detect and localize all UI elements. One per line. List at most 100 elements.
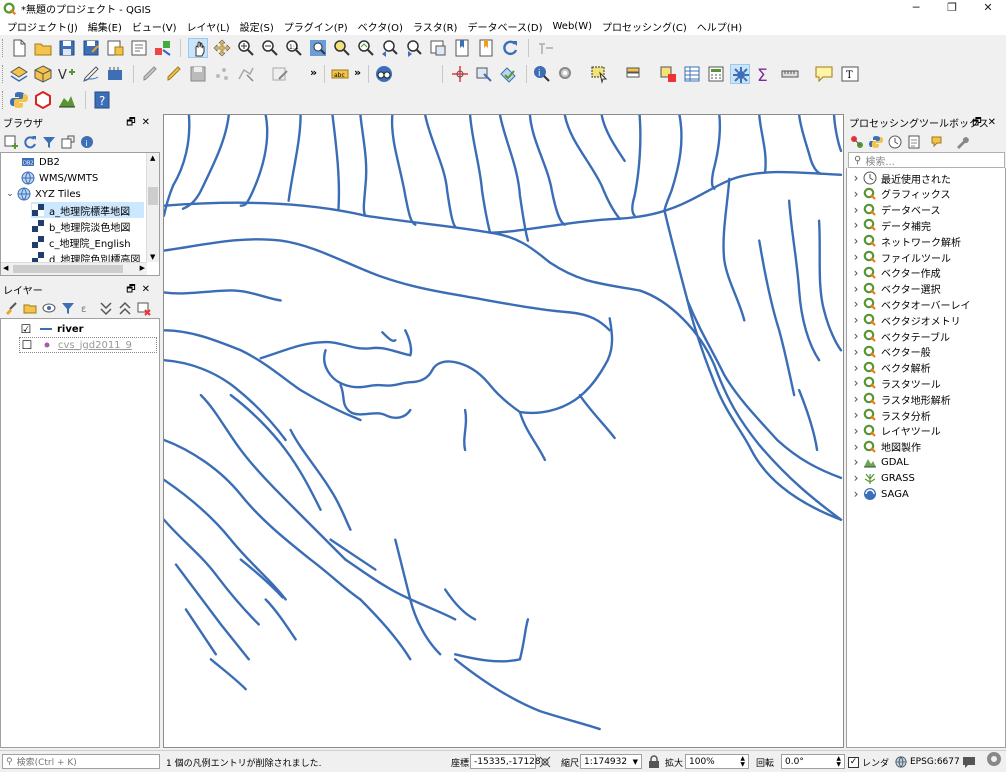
zoom-next-icon[interactable] <box>404 38 424 58</box>
attribute-table-icon[interactable] <box>682 64 702 84</box>
menu-processing[interactable]: プロセッシング(C) <box>597 19 692 34</box>
processing-provider-item[interactable]: › グラフィックス <box>851 186 951 202</box>
processing-provider-item[interactable]: › ベクタジオメトリ <box>851 312 961 328</box>
processing-provider-item[interactable]: › データ補完 <box>851 217 931 233</box>
zoom-to-layer-icon[interactable] <box>356 38 376 58</box>
menu-view[interactable]: ビュー(V) <box>127 19 182 34</box>
expand-arrow-icon[interactable]: › <box>851 424 861 438</box>
expand-arrow-icon[interactable]: › <box>851 345 861 359</box>
menu-database[interactable]: データベース(D) <box>462 19 547 34</box>
collapse-all-icon[interactable] <box>60 134 76 150</box>
zoom-in-icon[interactable] <box>236 38 256 58</box>
restore-button[interactable]: ❐ <box>934 0 970 17</box>
expand-arrow-icon[interactable]: › <box>851 203 861 217</box>
toolbar-grip[interactable] <box>2 91 5 109</box>
data-source-manager-icon[interactable] <box>9 64 29 84</box>
expand-arrow-icon[interactable]: › <box>851 471 861 485</box>
toolbar-grip[interactable] <box>2 39 5 57</box>
filter-expression-icon[interactable]: ε <box>79 300 95 316</box>
processing-provider-item[interactable]: › 最近使用された <box>851 170 951 186</box>
help-icon[interactable]: ? <box>92 90 112 110</box>
expand-arrow-icon[interactable]: › <box>851 313 861 327</box>
processing-provider-item[interactable]: › ラスタ分析 <box>851 407 931 423</box>
zoom-last-icon[interactable] <box>380 38 400 58</box>
locator-search-input[interactable]: ⚲ 検索(Ctrl + K) <box>2 754 160 769</box>
scale-combobox[interactable]: 1:174932 ▼ <box>580 754 642 769</box>
processing-provider-item[interactable]: › レイヤツール <box>851 423 941 439</box>
scroll-thumb[interactable] <box>148 187 158 205</box>
processing-provider-item[interactable]: › ラスタツール <box>851 375 941 391</box>
crs-button[interactable]: EPSG:6677 <box>895 754 960 770</box>
refresh-icon[interactable] <box>500 38 520 58</box>
expand-arrow-icon[interactable]: ⌄ <box>5 189 15 199</box>
text-annotation-icon[interactable]: T <box>840 64 860 84</box>
georeferencer-icon[interactable] <box>474 64 494 84</box>
expand-arrow-icon[interactable]: › <box>851 455 861 469</box>
filter-icon[interactable] <box>41 134 57 150</box>
processing-provider-item[interactable]: › ベクター選択 <box>851 281 941 297</box>
panel-float-close-icon[interactable]: 🗗✕ <box>126 115 156 132</box>
edit-features-in-place-icon[interactable] <box>930 134 946 150</box>
menu-edit[interactable]: 編集(E) <box>83 19 127 34</box>
browser-item-xyz-tiles[interactable]: ⌄ XYZ Tiles <box>5 186 81 202</box>
render-checkbox-box[interactable]: ✓ <box>848 756 859 768</box>
new-print-layout-icon[interactable] <box>105 38 125 58</box>
add-group-icon[interactable] <box>22 300 38 316</box>
processing-provider-item[interactable]: › SAGA <box>851 486 909 502</box>
spin-arrows-icon[interactable]: ▲ ▼ <box>740 755 745 768</box>
scroll-right-icon[interactable]: ▶ <box>140 264 145 272</box>
actions-icon[interactable] <box>556 64 576 84</box>
pan-map-icon[interactable] <box>188 38 208 58</box>
field-calculator-icon[interactable] <box>706 64 726 84</box>
render-checkbox[interactable]: ✓ レンダ <box>848 754 889 770</box>
add-feature-icon[interactable] <box>212 64 232 84</box>
messages-icon[interactable] <box>962 754 976 770</box>
scroll-up-icon[interactable]: ▲ <box>150 154 155 162</box>
browser-vertical-scrollbar[interactable]: ▲ ▼ <box>146 153 159 262</box>
expand-arrow-icon[interactable]: › <box>851 297 861 311</box>
statistics-summary-icon[interactable]: Σ <box>754 64 774 84</box>
show-layout-manager-icon[interactable] <box>129 38 149 58</box>
menu-raster[interactable]: ラスタ(R) <box>408 19 463 34</box>
filter-legend-icon[interactable] <box>60 300 76 316</box>
minimize-button[interactable]: ─ <box>898 0 934 17</box>
new-virtual-layer-icon[interactable] <box>105 64 125 84</box>
expand-all-icon[interactable] <box>98 300 114 316</box>
expand-arrow-icon[interactable]: › <box>851 361 861 375</box>
processing-provider-item[interactable]: › ベクタオーバーレイ <box>851 296 971 312</box>
label-toolbar-overflow-icon[interactable]: » <box>354 66 361 79</box>
expand-arrow-icon[interactable]: › <box>851 266 861 280</box>
expand-arrow-icon[interactable]: › <box>851 171 861 185</box>
layer-item-cvs[interactable]: ☐ cvs_jgd2011_9 <box>19 337 157 353</box>
layer-visibility-checkbox[interactable]: ☐ <box>20 338 34 352</box>
resize-grip-icon[interactable] <box>984 751 1004 767</box>
rotation-spinbox[interactable]: 0.0° ▲ ▼ <box>781 754 845 769</box>
collapse-all-icon[interactable] <box>117 300 133 316</box>
browser-item-tile-b[interactable]: b_地理院淡色地図 <box>31 218 130 234</box>
magnifier-spinbox[interactable]: 100% ▲ ▼ <box>685 754 749 769</box>
toolbar-grip[interactable] <box>2 65 5 83</box>
browser-horizontal-scrollbar[interactable]: ◀ ▶ <box>1 262 147 275</box>
digitize-icon[interactable] <box>81 64 101 84</box>
scroll-down-icon[interactable]: ▼ <box>150 253 155 261</box>
menu-project[interactable]: プロジェクト(J) <box>2 19 83 34</box>
python-console-icon[interactable] <box>9 90 29 110</box>
new-bookmark-icon[interactable] <box>476 38 496 58</box>
manage-map-themes-icon[interactable] <box>41 300 57 316</box>
processing-provider-item[interactable]: › データベース <box>851 202 941 218</box>
select-features-icon[interactable] <box>590 64 610 84</box>
layer-styling-icon[interactable] <box>3 300 19 316</box>
map-tips-icon[interactable] <box>814 64 834 84</box>
menu-web[interactable]: Web(W) <box>547 21 597 32</box>
panel-float-close-icon[interactable]: 🗗✕ <box>126 282 156 299</box>
options-wrench-icon[interactable] <box>954 134 970 150</box>
expand-arrow-icon[interactable]: › <box>851 329 861 343</box>
geometry-checker-icon[interactable] <box>498 64 518 84</box>
menu-plugins[interactable]: プラグイン(P) <box>279 19 353 34</box>
menu-layer[interactable]: レイヤ(L) <box>182 19 235 34</box>
open-project-icon[interactable] <box>33 38 53 58</box>
processing-provider-item[interactable]: › ファイルツール <box>851 249 951 265</box>
expand-arrow-icon[interactable]: › <box>851 250 861 264</box>
properties-info-icon[interactable]: i <box>79 134 95 150</box>
current-edits-icon[interactable] <box>140 64 160 84</box>
